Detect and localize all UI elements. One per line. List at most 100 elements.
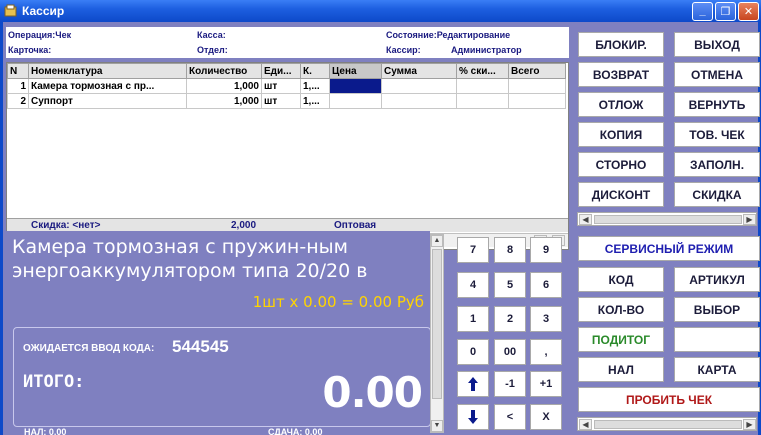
scroll-thumb[interactable] — [432, 249, 442, 399]
title-bar: Кассир _ ❐ ✕ — [0, 0, 761, 22]
fill-button[interactable]: ЗАПОЛН. — [674, 152, 760, 177]
table-row[interactable]: 1 Камера тормозная с пр... 1,000 шт 1,..… — [7, 78, 566, 94]
discount-card-button[interactable]: ДИСКОНТ — [578, 182, 664, 207]
key-plus-one[interactable]: +1 — [530, 371, 562, 397]
code-button[interactable]: КОД — [578, 267, 664, 292]
awaiting-code-value: 544545 — [172, 337, 229, 356]
cell-discount — [456, 78, 509, 94]
col-header-name[interactable]: Номенклатура — [28, 63, 187, 79]
down-arrow-icon[interactable] — [457, 404, 489, 430]
customer-display: Камера тормозная с пружин-ным энергоакку… — [6, 231, 430, 435]
key-clear[interactable]: X — [530, 404, 562, 430]
key-2[interactable]: 2 — [494, 306, 526, 332]
key-minus-one[interactable]: -1 — [494, 371, 526, 397]
display-vscrollbar[interactable]: ▲ ▼ — [430, 234, 444, 433]
document-info-panel: Операция:Чек Карточка: Касса: Отдел: Сос… — [6, 27, 569, 58]
service-mode-button[interactable]: СЕРВИСНЫЙ РЕЖИМ — [578, 236, 760, 261]
footer-price-type: Оптовая — [334, 220, 377, 231]
cell-unit: шт — [261, 78, 301, 94]
cell-k: 1,... — [300, 78, 330, 94]
scroll-up-icon[interactable]: ▲ — [431, 235, 443, 247]
col-header-unit[interactable]: Еди... — [261, 63, 301, 79]
quantity-button[interactable]: КОЛ-ВО — [578, 297, 664, 322]
col-header-total[interactable]: Всего — [508, 63, 566, 79]
cell-k: 1,... — [300, 93, 330, 109]
total-label: ИТОГО: — [23, 372, 85, 392]
receipt-table[interactable]: N Номенклатура Количество Еди... К. Цена… — [6, 62, 569, 250]
discount-button[interactable]: СКИДКА — [674, 182, 760, 207]
key-5[interactable]: 5 — [494, 272, 526, 298]
operation-field: Операция:Чек — [8, 30, 72, 40]
command-hscrollbar-bottom[interactable]: ◀ ▶ — [577, 417, 757, 431]
close-icon[interactable]: ✕ — [738, 1, 759, 21]
scroll-right-icon[interactable]: ▶ — [743, 214, 756, 225]
article-button[interactable]: АРТИКУЛ — [674, 267, 760, 292]
col-header-discount[interactable]: % ски... — [456, 63, 509, 79]
scroll-left-icon[interactable]: ◀ — [579, 419, 592, 430]
window-title: Кассир — [22, 4, 65, 18]
key-3[interactable]: 3 — [530, 306, 562, 332]
col-header-sum[interactable]: Сумма — [381, 63, 457, 79]
minimize-icon[interactable]: _ — [692, 1, 713, 21]
block-button[interactable]: БЛОКИР. — [578, 32, 664, 57]
up-arrow-icon[interactable] — [457, 371, 489, 397]
cell-price-selected[interactable] — [329, 78, 382, 94]
scroll-left-icon[interactable]: ◀ — [579, 214, 592, 225]
key-7[interactable]: 7 — [457, 237, 489, 263]
cell-total — [508, 93, 566, 109]
cell-name: Суппорт — [28, 93, 187, 109]
command-hscrollbar[interactable]: ◀ ▶ — [577, 212, 757, 226]
key-8[interactable]: 8 — [494, 237, 526, 263]
card-field: Карточка: — [8, 45, 52, 55]
awaiting-code-label: ОЖИДАЕТСЯ ВВОД КОДА: — [23, 343, 155, 354]
card-button[interactable]: КАРТА — [674, 357, 760, 382]
cell-n: 2 — [7, 93, 29, 109]
col-header-qty[interactable]: Количество — [186, 63, 262, 79]
col-header-k[interactable]: К. — [300, 63, 330, 79]
cell-total — [508, 78, 566, 94]
key-4[interactable]: 4 — [457, 272, 489, 298]
scroll-right-icon[interactable]: ▶ — [743, 419, 756, 430]
cell-n: 1 — [7, 78, 29, 94]
command-panel-bottom: СЕРВИСНЫЙ РЕЖИМ КОД АРТИКУЛ КОЛ-ВО ВЫБОР… — [575, 234, 760, 434]
exit-button[interactable]: ВЫХОД — [674, 32, 760, 57]
col-header-price[interactable]: Цена — [329, 63, 382, 79]
table-footer: Скидка: <нет> 2,000 Оптовая — [7, 218, 568, 232]
col-header-n[interactable]: N — [7, 63, 29, 79]
sales-receipt-button[interactable]: ТОВ. ЧЕК — [674, 122, 760, 147]
cancel-button[interactable]: ОТМЕНА — [674, 62, 760, 87]
calc-line: 1шт x 0.00 = 0.00 Руб — [252, 293, 424, 311]
subtotal-button[interactable]: ПОДИТОГ — [578, 327, 664, 352]
key-0[interactable]: 0 — [457, 339, 489, 365]
restore-icon[interactable]: ❐ — [715, 1, 736, 21]
cash-button[interactable]: НАЛ — [578, 357, 664, 382]
table-row[interactable]: 2 Суппорт 1,000 шт 1,... — [7, 93, 566, 109]
scroll-thumb[interactable] — [594, 215, 742, 224]
print-receipt-button[interactable]: ПРОБИТЬ ЧЕК — [578, 387, 760, 412]
cash-readout: НАЛ: 0.00 — [24, 427, 67, 435]
cell-qty: 1,000 — [186, 78, 262, 94]
choose-button[interactable]: ВЫБОР — [674, 297, 760, 322]
scroll-down-icon[interactable]: ▼ — [431, 420, 443, 432]
restore-button[interactable]: ВЕРНУТЬ — [674, 92, 760, 117]
copy-button[interactable]: КОПИЯ — [578, 122, 664, 147]
storno-button[interactable]: СТОРНО — [578, 152, 664, 177]
state-field: Состояние:Редактирование — [386, 30, 511, 40]
cell-sum — [381, 93, 457, 109]
department-field: Отдел: — [197, 45, 228, 55]
scroll-thumb[interactable] — [594, 420, 742, 429]
return-button[interactable]: ВОЗВРАТ — [578, 62, 664, 87]
key-6[interactable]: 6 — [530, 272, 562, 298]
change-readout: СДАЧА: 0.00 — [268, 427, 323, 435]
key-00[interactable]: 00 — [494, 339, 526, 365]
key-comma[interactable]: , — [530, 339, 562, 365]
window-body: Операция:Чек Карточка: Касса: Отдел: Сос… — [0, 22, 761, 435]
cell-sum — [381, 78, 457, 94]
numeric-keypad: 7 8 9 4 5 6 1 2 3 0 00 , -1 +1 < X — [450, 234, 572, 434]
postpone-button[interactable]: ОТЛОЖ — [578, 92, 664, 117]
key-1[interactable]: 1 — [457, 306, 489, 332]
key-9[interactable]: 9 — [530, 237, 562, 263]
key-backspace[interactable]: < — [494, 404, 526, 430]
cashier-label: Кассир: — [386, 45, 421, 55]
empty-button[interactable] — [674, 327, 760, 352]
